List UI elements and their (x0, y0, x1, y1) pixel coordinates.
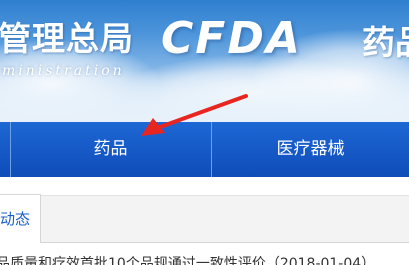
content-area: 动态 品质量和疗效首批10个品规通过一致性评价（2018-01-04） (0, 177, 409, 265)
news-list-item[interactable]: 品质量和疗效首批10个品规通过一致性评价（2018-01-04） (0, 253, 375, 265)
page: 管理总局 ministration CFDA 药品 药品 医疗器械 动态 品质量… (0, 0, 409, 265)
agency-title: 管理总局 (0, 19, 134, 58)
nav-item-drugs[interactable]: 药品 (10, 122, 211, 177)
tab-strip (0, 195, 409, 243)
tab-news-label: 动态 (0, 210, 31, 228)
tab-news[interactable]: 动态 (0, 194, 41, 243)
nav-item-previous[interactable] (0, 122, 10, 177)
site-banner: 管理总局 ministration CFDA 药品 (0, 0, 409, 122)
main-nav: 药品 医疗器械 (0, 122, 409, 177)
banner-section-title: 药品 (362, 23, 409, 62)
nav-item-medical-devices[interactable]: 医疗器械 (212, 122, 409, 177)
cfda-logo: CFDA (161, 13, 302, 64)
agency-subtitle: ministration (2, 63, 125, 79)
